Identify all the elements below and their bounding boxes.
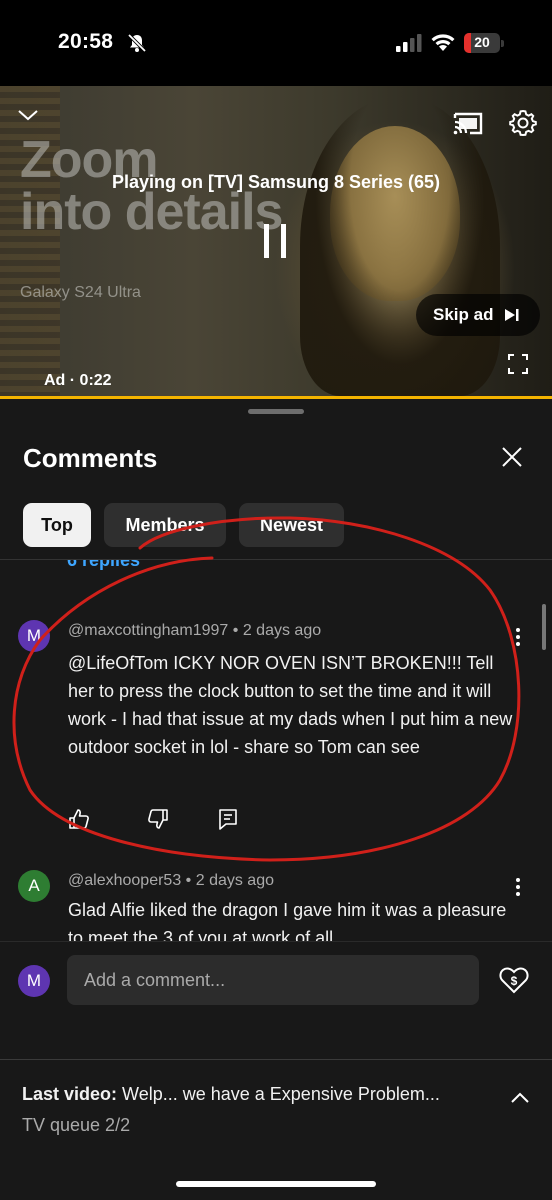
comment-author[interactable]: @maxcottingham1997: [68, 622, 228, 639]
tv-queue-label: TV queue 2/2: [22, 1115, 131, 1135]
chevron-down-icon[interactable]: [16, 106, 40, 124]
add-comment-row: M Add a comment... $: [0, 941, 552, 1021]
bell-off-icon: [127, 33, 147, 53]
comment-meta: @alexhooper53 • 2 days ago: [68, 872, 274, 890]
tab-members[interactable]: Members: [104, 503, 226, 547]
cast-icon[interactable]: [452, 110, 484, 136]
comments-panel: Comments Top Members Newest 6 replies M …: [0, 399, 552, 1059]
last-video-title: Welp... we have a Expensive Problem...: [122, 1084, 440, 1104]
chevron-up-icon[interactable]: [508, 1090, 532, 1106]
last-video[interactable]: Last video: Welp... we have a Expensive …: [22, 1084, 440, 1105]
add-comment-input[interactable]: Add a comment...: [67, 955, 479, 1005]
ad-timer: Ad · 0:22: [44, 372, 112, 389]
comment-time: 2 days ago: [242, 622, 322, 639]
status-bar: 20:58 20: [0, 0, 552, 86]
avatar[interactable]: M: [18, 620, 50, 652]
avatar: M: [18, 965, 50, 997]
ad-painting-hair: [300, 96, 500, 396]
fullscreen-icon[interactable]: [508, 354, 528, 374]
skip-next-icon: [505, 309, 519, 321]
thumbs-up-icon[interactable]: [68, 808, 90, 830]
battery-cap: [501, 40, 504, 47]
avatar[interactable]: A: [18, 870, 50, 902]
meta-separator: •: [185, 872, 196, 889]
reply-icon[interactable]: [217, 808, 239, 830]
pause-icon[interactable]: [262, 224, 290, 260]
video-player[interactable]: Zoom into details Galaxy S24 Ultra Playi…: [0, 86, 552, 398]
ad-subtext: Galaxy S24 Ultra: [20, 284, 141, 301]
meta-separator: •: [232, 622, 243, 639]
gear-icon[interactable]: [508, 108, 538, 138]
thumbs-down-icon[interactable]: [147, 808, 169, 830]
super-thanks-icon[interactable]: $: [498, 964, 530, 996]
scrollbar[interactable]: [542, 604, 546, 650]
battery-body: 20: [464, 33, 500, 53]
comment-text: @LifeOfTom ICKY NOR OVEN ISN’T BROKEN!!!…: [68, 653, 513, 757]
skip-ad-label: Skip ad: [433, 305, 494, 324]
drag-handle[interactable]: [248, 409, 304, 414]
tab-top[interactable]: Top: [23, 503, 91, 547]
status-time: 20:58: [58, 30, 114, 53]
svg-text:$: $: [511, 974, 518, 988]
wifi-icon: [431, 34, 455, 51]
comments-list[interactable]: 6 replies M @maxcottingham1997 • 2 days …: [0, 560, 552, 941]
comment-text: Glad Alfie liked the dragon I gave him i…: [68, 900, 507, 941]
comment-meta: @maxcottingham1997 • 2 days ago: [68, 622, 321, 640]
view-replies-link[interactable]: 6 replies: [67, 560, 140, 571]
ad-headline-line2: into details: [20, 183, 283, 241]
last-video-label: Last video:: [22, 1084, 118, 1104]
close-icon[interactable]: [500, 445, 524, 469]
battery-icon: 20: [464, 33, 504, 53]
comments-title: Comments: [23, 443, 158, 473]
more-options-icon[interactable]: [508, 876, 528, 898]
more-options-icon[interactable]: [508, 626, 528, 648]
comment-time: 2 days ago: [195, 872, 274, 889]
battery-level: 20: [474, 34, 490, 50]
home-indicator[interactable]: [176, 1181, 376, 1187]
tab-newest[interactable]: Newest: [239, 503, 344, 547]
pause-bar-right: [281, 224, 286, 258]
playing-on-label: Playing on [TV] Samsung 8 Series (65): [111, 172, 441, 192]
comment-author[interactable]: @alexhooper53: [68, 872, 181, 889]
tv-queue-bar[interactable]: Last video: Welp... we have a Expensive …: [0, 1059, 552, 1200]
cellular-signal-icon: [396, 34, 422, 52]
skip-ad-button[interactable]: Skip ad: [416, 294, 540, 336]
comment-sort-tabs: Top Members Newest: [23, 503, 344, 547]
pause-bar-left: [264, 224, 269, 258]
